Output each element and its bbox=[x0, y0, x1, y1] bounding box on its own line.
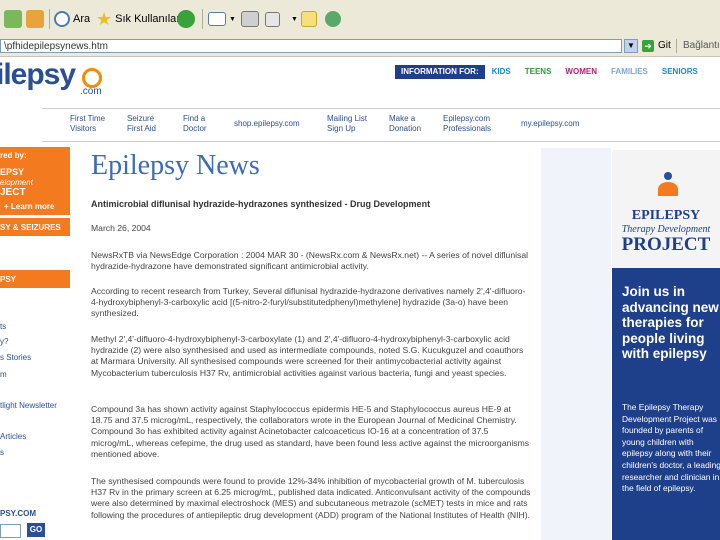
star-icon: ★ bbox=[96, 9, 113, 29]
nav-donation[interactable]: Make a Donation bbox=[389, 114, 421, 134]
nav-shop[interactable]: shop.epilepsy.com bbox=[234, 119, 300, 129]
article-paragraph: Compound 3a has shown activity against S… bbox=[91, 404, 530, 459]
audience-label: INFORMATION FOR: bbox=[395, 65, 485, 79]
search-button[interactable]: Ara bbox=[54, 8, 90, 30]
mail-button[interactable]: ▼ bbox=[208, 8, 236, 30]
sponsor-box[interactable]: red by: EPSY elopment JECT + Learn more bbox=[0, 147, 70, 215]
sidebar-footer-link[interactable]: PSY.COM bbox=[0, 509, 36, 518]
promo-description: The Epilepsy Therapy Development Project… bbox=[622, 402, 720, 494]
logo-text: ilepsy bbox=[0, 58, 76, 91]
sidebar-section-epilepsy-seizures[interactable]: SY & SEIZURES bbox=[0, 218, 70, 236]
audience-link-families[interactable]: FAMILIES bbox=[604, 65, 655, 79]
logo-com: .com bbox=[80, 86, 102, 97]
nav-my-epilepsy[interactable]: my.epilepsy.com bbox=[521, 119, 579, 129]
sidebar-link[interactable]: ts bbox=[0, 322, 6, 331]
article-paragraph: NewsRxTB via NewsEdge Corporation : 2004… bbox=[91, 250, 529, 272]
audience-link-kids[interactable]: KIDS bbox=[485, 65, 518, 79]
address-input[interactable]: \pfhidepilepsynews.htm bbox=[0, 39, 622, 53]
sidebar-link[interactable]: s Stories bbox=[0, 353, 31, 362]
article-date: March 26, 2004 bbox=[91, 223, 151, 233]
sidebar-link[interactable]: Articles bbox=[0, 432, 26, 441]
note-icon bbox=[301, 11, 317, 27]
article-paragraph: According to recent research from Turkey… bbox=[91, 286, 526, 319]
chevron-down-icon: ▼ bbox=[229, 15, 236, 23]
article-paragraph: The synthesised compounds were found to … bbox=[91, 476, 531, 520]
project-epilepsy-text: EPILEPSY bbox=[631, 208, 701, 223]
search-icon bbox=[54, 11, 70, 27]
audience-link-teens[interactable]: TEENS bbox=[518, 65, 559, 79]
print-icon bbox=[241, 11, 259, 27]
address-dropdown-button[interactable]: ▼ bbox=[624, 39, 638, 53]
person-logo-icon bbox=[656, 172, 680, 200]
refresh-icon bbox=[4, 10, 22, 28]
therapy-project-logo-box[interactable]: EPILEPSY Therapy Development PROJECT bbox=[612, 150, 720, 268]
home-button[interactable] bbox=[26, 8, 47, 30]
chevron-down-icon: ▼ bbox=[627, 41, 635, 50]
project-project-text: PROJECT bbox=[621, 234, 711, 255]
nav-professionals[interactable]: Epilepsy.com Professionals bbox=[443, 114, 491, 134]
nav-mailing-list[interactable]: Mailing List Sign Up bbox=[327, 114, 367, 134]
sidebar-go-button[interactable]: GO bbox=[27, 523, 45, 537]
therapy-project-promo[interactable]: Join us in advancing new therapies for p… bbox=[612, 268, 720, 540]
chevron-down-icon: ▼ bbox=[291, 15, 298, 23]
main-nav: First Time Visitors Seizure First Aid Find… bbox=[42, 108, 720, 142]
promo-headline: Join us in advancing new therapies for p… bbox=[622, 284, 719, 361]
refresh-button[interactable] bbox=[4, 8, 25, 30]
sidebar-search-input[interactable] bbox=[0, 524, 21, 538]
sidebar-link[interactable]: tlight Newsletter bbox=[0, 401, 57, 410]
browser-toolbar: Ara ★ Sık Kullanılanlar ▼ ▼ bbox=[0, 0, 720, 39]
mail-icon bbox=[208, 12, 226, 26]
home-icon bbox=[26, 10, 44, 28]
edit-icon bbox=[265, 11, 280, 27]
sidebar-link[interactable]: m bbox=[0, 370, 7, 379]
go-label: Git bbox=[658, 40, 671, 51]
audience-bar: INFORMATION FOR: KIDS TEENS WOMEN FAMILI… bbox=[395, 65, 705, 79]
messenger-icon bbox=[325, 11, 341, 27]
discuss-button[interactable] bbox=[301, 8, 320, 30]
go-button[interactable]: ➜ Git bbox=[642, 39, 671, 53]
address-bar: \pfhidepilepsynews.htm ▼ ➜ Git Bağlantıl… bbox=[0, 38, 720, 57]
print-button[interactable] bbox=[241, 8, 262, 30]
links-toolbar[interactable]: Bağlantılar bbox=[676, 39, 720, 53]
messenger-button[interactable] bbox=[325, 8, 344, 30]
search-label: Ara bbox=[73, 13, 91, 25]
sidebar-link[interactable]: s bbox=[0, 448, 4, 457]
learn-more-link[interactable]: + Learn more bbox=[4, 202, 54, 211]
go-arrow-icon: ➜ bbox=[642, 40, 654, 52]
audience-link-seniors[interactable]: SENIORS bbox=[655, 65, 705, 79]
audience-link-women[interactable]: WOMEN bbox=[558, 65, 604, 79]
page-title: Epilepsy News bbox=[91, 150, 260, 181]
edit-button[interactable]: ▼ bbox=[265, 8, 298, 30]
logo-ring-icon bbox=[82, 68, 102, 88]
article-paragraph: Methyl 2',4'-difluoro-4-hydroxybiphenyl-… bbox=[91, 334, 524, 378]
site-logo[interactable]: ilepsy .com bbox=[0, 56, 110, 100]
history-icon bbox=[177, 10, 195, 28]
article-headline: Antimicrobial diflunisal hydrazide-hydra… bbox=[91, 199, 431, 209]
nav-find-doctor[interactable]: Find a Doctor bbox=[183, 114, 207, 134]
nav-seizure-first-aid[interactable]: Seizure First Aid bbox=[127, 114, 156, 134]
right-gutter bbox=[541, 148, 611, 540]
sidebar-section-selected[interactable]: PSY bbox=[0, 270, 70, 288]
history-button[interactable] bbox=[177, 8, 198, 30]
sidebar-link[interactable]: y? bbox=[0, 337, 8, 346]
nav-first-time-visitors[interactable]: First Time Visitors bbox=[70, 114, 105, 134]
